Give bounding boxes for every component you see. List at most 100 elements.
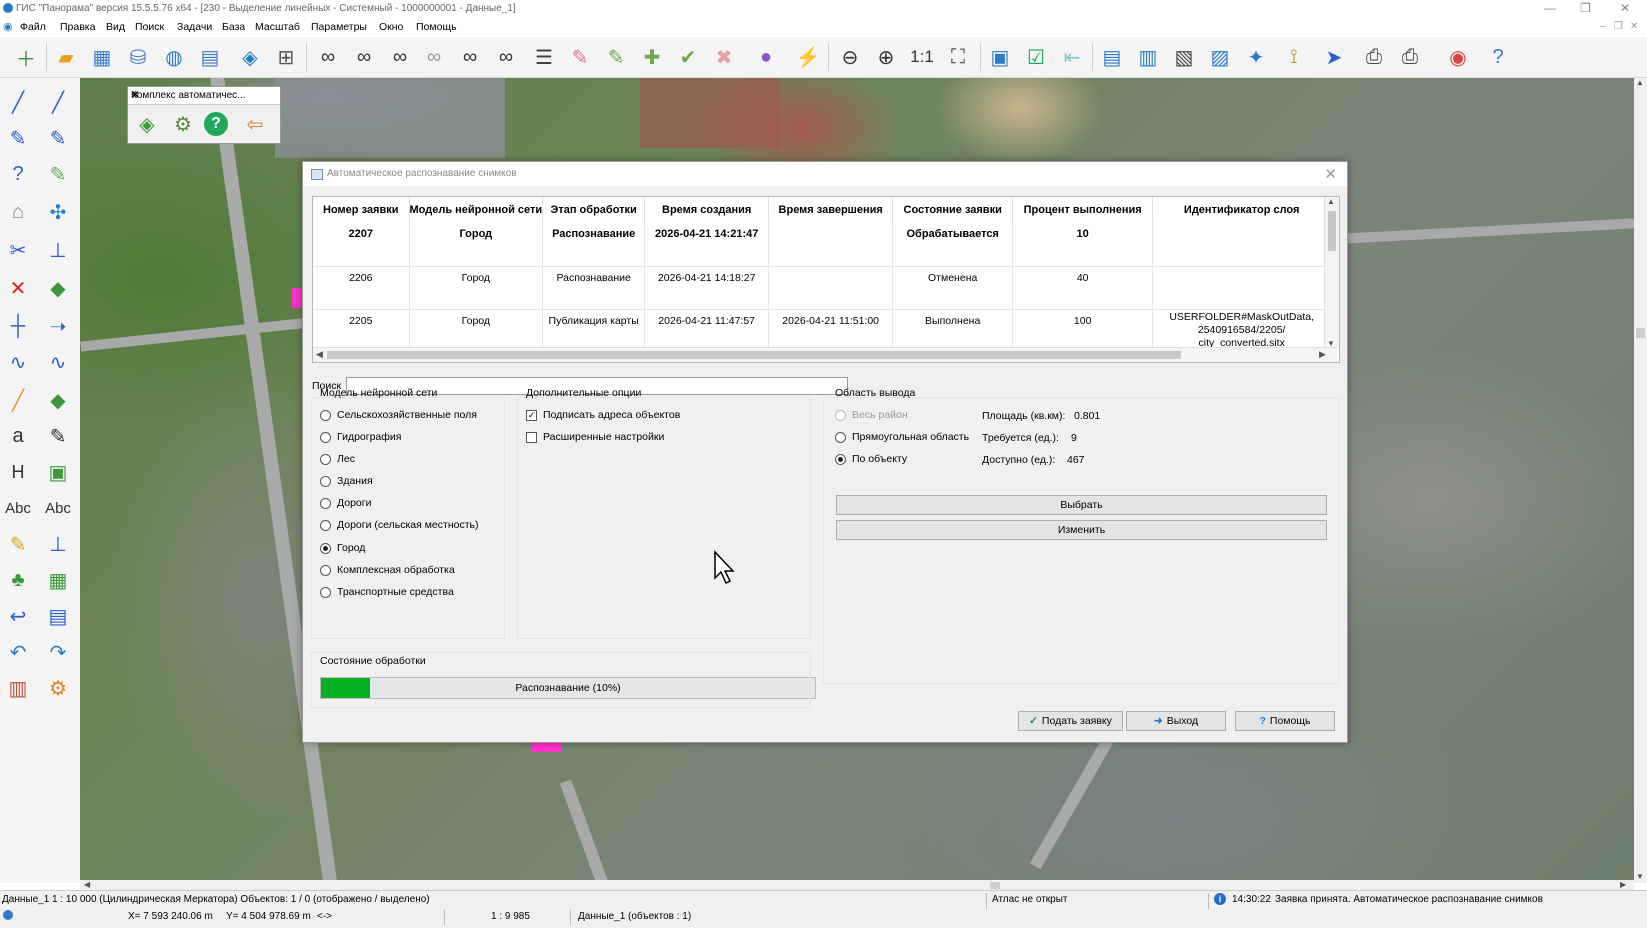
binoculars-disabled-icon[interactable]: ∞ (420, 43, 448, 71)
table-icon[interactable]: ▤ (1098, 43, 1126, 71)
zoom-in-icon[interactable]: ⊕ (872, 43, 900, 71)
fill-pencil-icon[interactable]: ✎ (42, 158, 74, 190)
select-area-icon[interactable]: ✎ (602, 43, 630, 71)
change-button[interactable]: Изменить (836, 520, 1327, 540)
curve-icon[interactable]: ∿ (2, 346, 34, 378)
label-abc2-icon[interactable]: Abc (42, 492, 74, 524)
color-wheel-icon[interactable]: ◉ (1444, 43, 1472, 71)
mdi-close-icon[interactable]: ✕ (1630, 21, 1638, 32)
restore-icon[interactable]: ❐ (1580, 1, 1591, 15)
new-document-icon[interactable]: ＋ (12, 43, 40, 71)
import-icon[interactable]: ↩ (2, 600, 34, 632)
import-table-icon[interactable]: ▤ (42, 600, 74, 632)
column-header[interactable]: Модель нейронной сети (409, 197, 544, 223)
building-icon[interactable]: ⌂ (2, 196, 34, 228)
check-layer-icon[interactable]: ▣ (42, 456, 74, 488)
database-icon[interactable]: ⛁ (124, 43, 152, 71)
edit-line-icon[interactable]: ✎ (2, 122, 34, 154)
text-edit-icon[interactable]: ✎ (42, 420, 74, 452)
radio-vehicles[interactable]: Транспортные средства (320, 586, 454, 598)
column-header[interactable]: Этап обработки (542, 197, 646, 223)
table-row[interactable]: 2207 Город Распознавание 2026-04-21 14:2… (313, 223, 1332, 267)
print-settings-icon[interactable]: ⎙ (1396, 43, 1424, 71)
image-icon[interactable]: ▨ (1206, 43, 1234, 71)
cut-icon[interactable]: ✂ (2, 234, 34, 266)
gear-icon[interactable]: ⚙ (42, 672, 74, 704)
checkbox-advanced-settings[interactable]: Расширенные настройки (526, 431, 664, 443)
close-icon[interactable]: ✕ (1620, 1, 1630, 15)
tree-icon[interactable]: ♣ (2, 564, 34, 596)
palette-close-icon[interactable]: ✕ (131, 90, 277, 101)
draw-polyline-icon[interactable]: ╱ (42, 86, 74, 118)
open-folder-icon[interactable]: ▰ (52, 43, 80, 71)
zoom-out-icon[interactable]: ⊖ (836, 43, 864, 71)
scroll-thumb[interactable] (1328, 211, 1336, 251)
radio-agricultural-fields[interactable]: Сельскохозяйственные поля (320, 409, 477, 421)
radio-hydrography[interactable]: Гидрография (320, 431, 401, 443)
layer-settings-icon[interactable]: ⊞ (272, 43, 300, 71)
add-point-icon[interactable]: ┼ (2, 310, 34, 342)
radio-by-object[interactable]: По объекту (835, 453, 907, 465)
settings-map-icon[interactable]: ✦ (1242, 43, 1270, 71)
brush-icon[interactable]: ✎ (2, 528, 34, 560)
exit-button[interactable]: ➜ Выход (1126, 711, 1226, 731)
layers-icon[interactable]: ◈ (236, 43, 264, 71)
radio-complex-processing[interactable]: Комплексная обработка (320, 564, 455, 576)
mdi-minimize-icon[interactable]: – (1600, 21, 1606, 32)
text-a-icon[interactable]: a (2, 420, 34, 452)
list-icon[interactable]: ☰ (530, 43, 558, 71)
help-icon[interactable]: ? (204, 112, 228, 136)
vertex-icon[interactable]: ⊥ (42, 528, 74, 560)
map-horizontal-scrollbar[interactable]: ◀ ▶ (80, 880, 1634, 890)
mdi-restore-icon[interactable]: ❐ (1614, 21, 1623, 32)
back-icon[interactable]: ⇤ (1058, 43, 1086, 71)
menu-database[interactable]: База (222, 21, 245, 33)
map-vertical-scrollbar[interactable]: ▲ ▼ (1634, 78, 1647, 883)
submit-request-button[interactable]: ✓ Подать заявку (1018, 711, 1123, 731)
column-header[interactable]: Номер заявки (313, 197, 410, 223)
menu-help[interactable]: Помощь (416, 21, 457, 33)
column-header[interactable]: Время завершения (768, 197, 894, 223)
dialog-close-icon[interactable]: ✕ (1324, 165, 1337, 183)
tree-table-icon[interactable]: ▦ (42, 564, 74, 596)
checkbox-sign-addresses[interactable]: ✓ Подписать адреса объектов (526, 409, 680, 421)
table-vertical-scrollbar[interactable]: ▲ ▼ (1324, 197, 1339, 348)
height-icon[interactable]: H (2, 456, 34, 488)
binoculars-text-icon[interactable]: ∞ (350, 43, 378, 71)
scroll-thumb[interactable] (327, 351, 1181, 359)
help-button[interactable]: ? Помощь (1235, 711, 1335, 731)
select-objects-icon[interactable]: ✎ (566, 43, 594, 71)
print-icon[interactable]: ⎙ (1360, 43, 1388, 71)
palette-title-bar[interactable]: Комплекс автоматичес... ✕ (128, 87, 280, 105)
menu-tasks[interactable]: Задачи (177, 21, 212, 33)
pointer-icon[interactable]: ➤ (1320, 43, 1348, 71)
delete-icon[interactable]: ✕ (2, 272, 34, 304)
scroll-up-icon[interactable]: ▲ (1327, 197, 1335, 206)
label-abc-icon[interactable]: Abc (2, 492, 34, 524)
doc-icon[interactable]: ◉ (3, 20, 13, 33)
form-icon[interactable]: ▥ (1134, 43, 1162, 71)
map-recognize-icon[interactable]: ◈ (132, 109, 162, 139)
column-header[interactable]: Идентификатор слоя (1152, 197, 1332, 223)
radio-buildings[interactable]: Здания (320, 475, 373, 487)
table-row[interactable]: 2206 Город Распознавание 2026-04-21 14:1… (313, 266, 1332, 310)
curve-edit-icon[interactable]: ∿ (42, 346, 74, 378)
binoculars-icon[interactable]: ∞ (314, 43, 342, 71)
rotate-icon[interactable]: ✣ (42, 196, 74, 228)
measure-icon[interactable]: ⟟ (1280, 43, 1308, 71)
add-to-selection-icon[interactable]: ✚ (638, 43, 666, 71)
column-header[interactable]: Процент выполнения (1012, 197, 1154, 223)
column-header[interactable]: Состояние заявки (892, 197, 1014, 223)
scroll-left-icon[interactable]: ◀ (316, 349, 323, 360)
scale-1-1-button[interactable]: 1:1 (908, 43, 936, 71)
scroll-right-icon[interactable]: ▶ (1319, 349, 1326, 360)
draw-line-icon[interactable]: ╱ (2, 86, 34, 118)
question-pencil-icon[interactable]: ? (2, 158, 34, 190)
menu-scale[interactable]: Масштаб (255, 21, 300, 33)
help-pointer-icon[interactable]: ? (1484, 43, 1512, 71)
radio-roads[interactable]: Дороги (320, 497, 371, 509)
menu-window[interactable]: Окно (379, 21, 403, 33)
delete-area-icon[interactable]: ◆ (42, 272, 74, 304)
table-row[interactable]: 2205 Город Публикация карты 2026-04-21 1… (313, 309, 1332, 353)
confirm-selection-icon[interactable]: ✔ (674, 43, 702, 71)
